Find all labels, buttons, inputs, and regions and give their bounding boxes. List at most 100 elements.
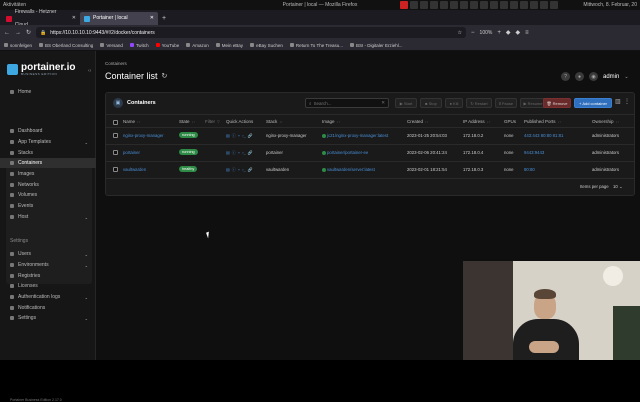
stats-icon[interactable]: ⌁ xyxy=(238,150,240,156)
sidebar-item-containers[interactable]: Containers xyxy=(0,158,96,168)
tray-icon[interactable] xyxy=(450,1,458,9)
sidebar-item-environments[interactable]: Environments ⌄ xyxy=(0,260,96,270)
url-bar[interactable]: 🔒 https://10.10.10.10:9443/#!/2/docker/c… xyxy=(36,27,467,38)
column-header-ownership[interactable]: Ownership ↓↑ xyxy=(592,119,619,124)
tray-icon[interactable] xyxy=(490,1,498,9)
bookmark-star-icon[interactable]: ☆ xyxy=(458,30,462,36)
more-options-icon[interactable]: ⋮ xyxy=(624,98,630,105)
row-checkbox[interactable] xyxy=(113,150,118,155)
bookmark-item[interactable]: Amazon xyxy=(186,43,209,48)
tray-icon[interactable] xyxy=(420,1,428,9)
sidebar-item-host[interactable]: Host ⌄ xyxy=(0,212,96,222)
clock[interactable]: Mittwoch, 8. Februar, 20 xyxy=(583,2,637,8)
container-name-link[interactable]: nginx-proxy-manager xyxy=(123,133,164,138)
tray-icon[interactable] xyxy=(410,1,418,9)
container-name-link[interactable]: vaultwarden xyxy=(123,167,146,172)
extension-icon[interactable]: ◆ xyxy=(506,29,511,36)
column-header-name[interactable]: Name ↓↑ xyxy=(123,119,141,124)
stats-icon[interactable]: ⌁ xyxy=(238,133,240,139)
pause-button[interactable]: Ⅱ Pause xyxy=(495,98,517,108)
breadcrumb[interactable]: Containers xyxy=(105,61,127,66)
tray-icon[interactable] xyxy=(470,1,478,9)
column-header-stack[interactable]: Stack ↓↑ xyxy=(266,119,283,124)
sidebar-item-images[interactable]: Images xyxy=(0,169,96,179)
sidebar-item-home[interactable]: Home xyxy=(0,87,96,97)
sidebar-item-notifications[interactable]: Notifications xyxy=(0,303,96,313)
zoom-level[interactable]: 100% xyxy=(480,30,493,36)
sidebar-item-events[interactable]: Events xyxy=(0,201,96,211)
columns-menu-icon[interactable]: ▥ xyxy=(615,98,621,105)
forward-icon[interactable]: → xyxy=(15,30,21,36)
logs-icon[interactable]: ▤ xyxy=(226,150,230,156)
search-box[interactable]: ⌕ ✕ xyxy=(305,98,389,108)
column-header-published-ports[interactable]: Published Ports ↓↑ xyxy=(524,119,561,124)
select-all-checkbox[interactable] xyxy=(113,120,118,125)
image-link[interactable]: jc21/nginx-proxy-manager:latest xyxy=(322,133,388,138)
refresh-icon[interactable]: ↻ xyxy=(162,72,168,80)
chevron-down-icon[interactable]: ⌄ xyxy=(624,74,628,80)
menu-icon[interactable]: ≡ xyxy=(525,30,529,36)
column-header-ip-address[interactable]: IP Address ↓↑ xyxy=(463,119,490,124)
column-header-state[interactable]: State ↓↑ xyxy=(179,119,195,124)
zoom-in-icon[interactable]: + xyxy=(497,30,501,36)
console-icon[interactable]: ›_ xyxy=(242,133,246,139)
tray-icon[interactable] xyxy=(530,1,538,9)
add-container-button[interactable]: + Add container xyxy=(574,98,612,108)
logs-icon[interactable]: ▤ xyxy=(226,167,230,173)
published-ports-link[interactable]: 9443:9443 xyxy=(524,150,544,155)
sidebar-item-dashboard[interactable]: Dashboard xyxy=(0,126,96,136)
stop-button[interactable]: ■ Stop xyxy=(420,98,442,108)
tray-icon[interactable] xyxy=(520,1,528,9)
username[interactable]: admin xyxy=(603,74,619,80)
inspect-icon[interactable]: ⓘ xyxy=(232,150,236,156)
sidebar-item-authentication-logs[interactable]: Authentication logs ⌄ xyxy=(0,292,96,302)
tray-icon[interactable] xyxy=(500,1,508,9)
portainer-logo[interactable]: portainer.io BUSINESS EDITION xyxy=(7,63,75,76)
bookmark-item[interactable]: BS Oberland Consulting xyxy=(39,43,93,48)
sidebar-item-stacks[interactable]: Stacks xyxy=(0,148,96,158)
bookmark-item[interactable]: BSI - Digitaler Erziehl... xyxy=(349,43,402,48)
bookmark-item[interactable]: eBay Suchen xyxy=(250,43,283,48)
remove-button[interactable]: 🗑 Remove xyxy=(543,98,571,108)
items-per-page-select[interactable]: 10 ⌄ xyxy=(613,184,623,190)
sidebar-item-registries[interactable]: Registries xyxy=(0,271,96,281)
collapse-sidebar-icon[interactable]: ‹‹ xyxy=(88,68,91,74)
help-icon[interactable]: ? xyxy=(561,72,570,81)
tray-icon[interactable] xyxy=(440,1,448,9)
notifications-icon[interactable]: ● xyxy=(575,72,584,81)
close-tab-icon[interactable]: ✕ xyxy=(150,12,154,25)
image-link[interactable]: vaultwarden/server:latest xyxy=(322,167,375,172)
bookmark-item[interactable]: Mein eBay xyxy=(215,43,243,48)
logs-icon[interactable]: ▤ xyxy=(226,133,230,139)
tray-icon[interactable] xyxy=(480,1,488,9)
stats-icon[interactable]: ⌁ xyxy=(238,167,240,173)
column-header-created[interactable]: Created ↓↑ xyxy=(407,119,429,124)
restart-button[interactable]: ↻ Restart xyxy=(466,98,492,108)
bookmark-item[interactable]: Return To The Treasu... xyxy=(289,43,343,48)
container-name-link[interactable]: portainer xyxy=(123,150,140,155)
search-input[interactable] xyxy=(313,100,376,106)
sidebar-item-licenses[interactable]: Licenses xyxy=(0,281,96,291)
column-header-gpus[interactable]: GPUs xyxy=(504,119,516,124)
column-header-image[interactable]: Image ↓↑ xyxy=(322,119,340,124)
attach-icon[interactable]: 🔗 xyxy=(248,167,253,173)
sidebar-item-networks[interactable]: Networks xyxy=(0,180,96,190)
bookmark-item[interactable]: Twitch xyxy=(129,43,149,48)
user-avatar-icon[interactable]: ◉ xyxy=(589,72,598,81)
tray-icon[interactable] xyxy=(400,1,408,9)
reload-icon[interactable]: ↻ xyxy=(26,29,31,36)
column-header-filter[interactable]: Filter ▽ xyxy=(205,119,220,124)
attach-icon[interactable]: 🔗 xyxy=(248,150,253,156)
sidebar-item-settings[interactable]: Settings ⌄ xyxy=(0,313,96,323)
close-tab-icon[interactable]: ✕ xyxy=(72,12,76,25)
bookmark-item[interactable]: sonnfelgen xyxy=(4,43,32,48)
inspect-icon[interactable]: ⓘ xyxy=(232,133,236,139)
tray-icon[interactable] xyxy=(430,1,438,9)
attach-icon[interactable]: 🔗 xyxy=(248,133,253,139)
sidebar-item-volumes[interactable]: Volumes xyxy=(0,190,96,200)
console-icon[interactable]: ›_ xyxy=(242,150,246,156)
start-button[interactable]: ▶ Start xyxy=(395,98,417,108)
image-link[interactable]: portainer/portainer-ee xyxy=(322,150,368,155)
new-tab-button[interactable]: + xyxy=(158,12,170,25)
inspect-icon[interactable]: ⓘ xyxy=(232,167,236,173)
